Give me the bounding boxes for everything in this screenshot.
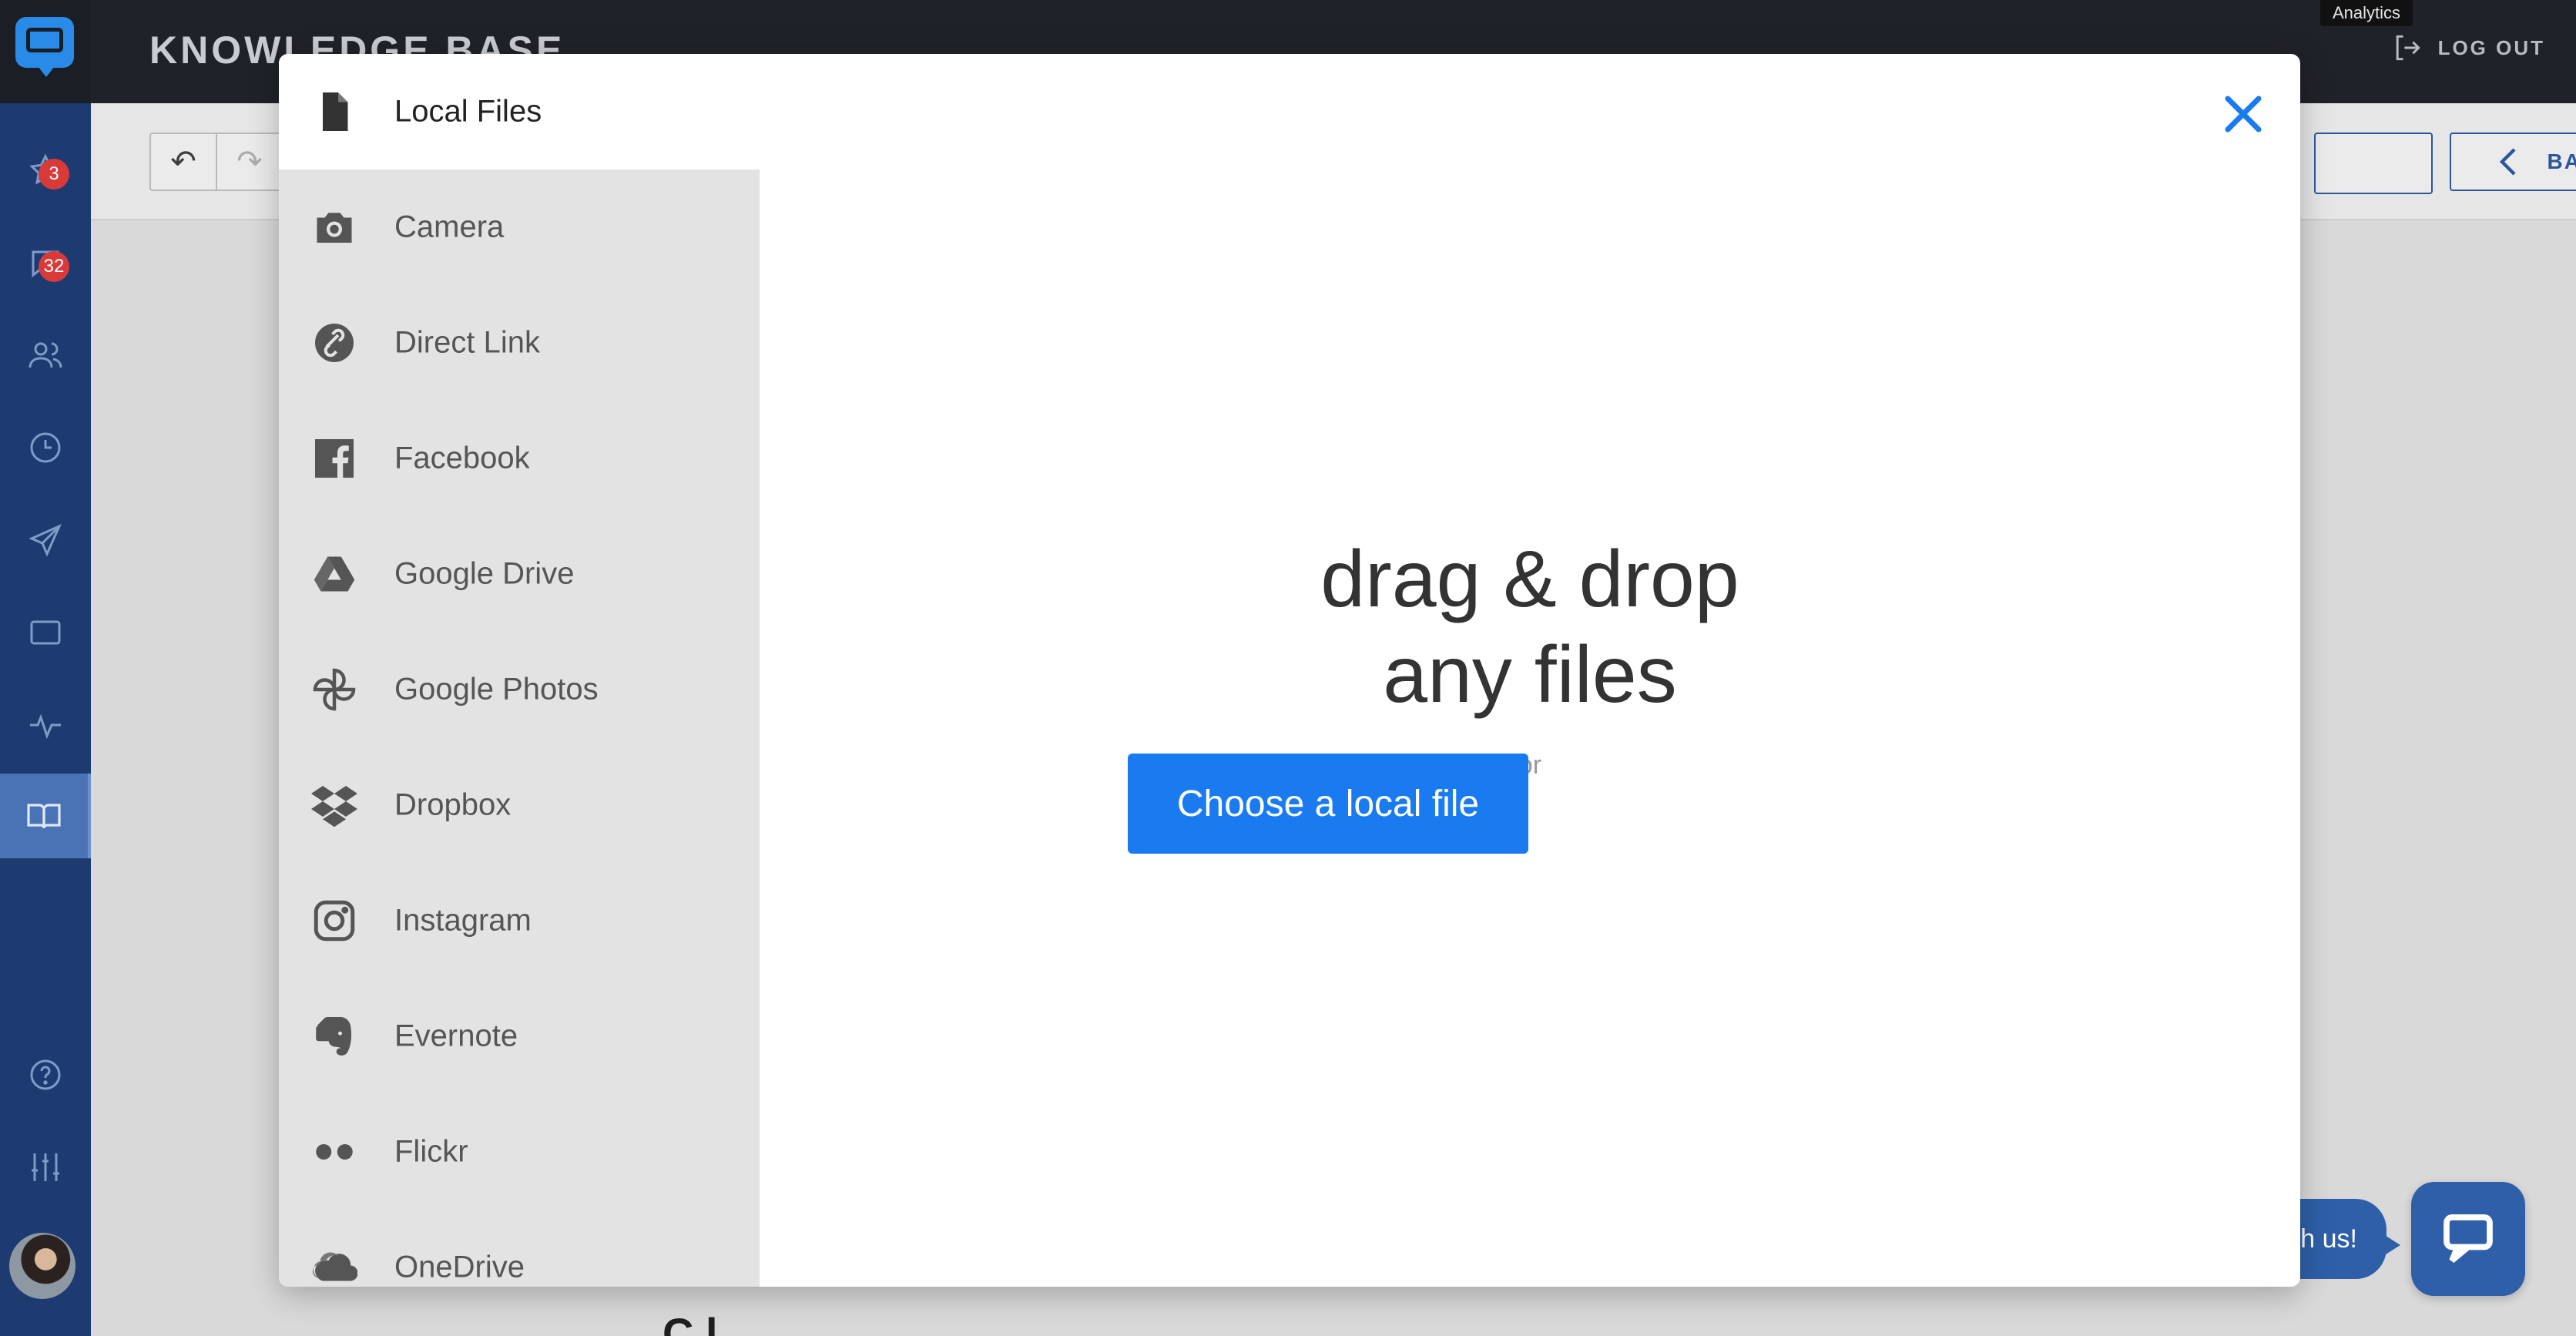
sidebar-item-favorites[interactable]: 3 xyxy=(0,128,91,213)
logo-icon xyxy=(15,17,74,77)
chat-launcher-button[interactable] xyxy=(2411,1182,2525,1296)
book-icon xyxy=(27,804,61,829)
drop-heading-line1: drag & drop xyxy=(1320,535,1739,624)
analytics-tooltip: Analytics xyxy=(2320,0,2413,26)
choose-local-file-button[interactable]: Choose a local file xyxy=(1128,754,1528,854)
sidebar-item-settings[interactable] xyxy=(0,1125,91,1210)
favorites-badge: 3 xyxy=(39,159,69,190)
drop-zone[interactable]: drag & drop any files or Choose a local … xyxy=(279,54,2300,1287)
logout-icon xyxy=(2396,35,2420,61)
sidebar-item-window[interactable] xyxy=(0,590,91,675)
messages-badge: 32 xyxy=(39,251,69,282)
sidebar-item-analytics[interactable] xyxy=(0,683,91,767)
sidebar-item-history[interactable] xyxy=(0,405,91,490)
drop-heading-line2: any files xyxy=(1383,630,1677,720)
file-picker-modal: Local Files Camera Direct Link Facebook xyxy=(279,54,2300,1287)
send-icon xyxy=(29,524,62,557)
sidebar-item-messages[interactable]: 32 xyxy=(0,220,91,305)
sidebar-item-send[interactable] xyxy=(0,498,91,582)
logout-button[interactable]: LOG OUT xyxy=(2390,31,2545,65)
app-logo[interactable] xyxy=(0,0,91,103)
sliders-icon xyxy=(32,1153,59,1181)
window-icon xyxy=(30,620,61,645)
pulse-icon xyxy=(30,713,61,740)
logout-label: LOG OUT xyxy=(2437,35,2545,59)
users-icon xyxy=(29,342,62,368)
or-separator: or xyxy=(1518,750,1542,780)
clock-icon xyxy=(30,432,61,463)
drop-heading: drag & drop any files xyxy=(760,532,2300,723)
sidebar-item-users[interactable] xyxy=(0,313,91,398)
close-icon[interactable] xyxy=(2220,91,2266,137)
avatar[interactable] xyxy=(9,1233,75,1299)
app-sidebar: 3 32 xyxy=(0,0,91,1336)
help-icon xyxy=(30,1059,61,1090)
sidebar-item-knowledge-base[interactable] xyxy=(0,774,91,858)
chat-icon xyxy=(2444,1214,2493,1263)
sidebar-item-help[interactable] xyxy=(0,1032,91,1117)
